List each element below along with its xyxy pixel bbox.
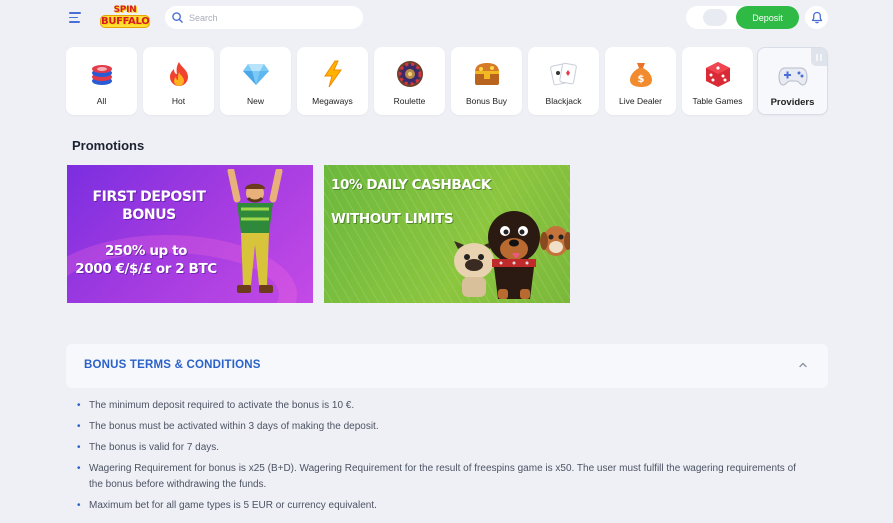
scroll-handle[interactable] [811,48,827,66]
bonus-terms-list: The minimum deposit required to activate… [77,398,797,519]
cards-icon [549,59,579,89]
cowboy-character-illustration [227,169,283,293]
deposit-button[interactable]: Deposit [736,6,799,29]
bonus-terms-title: BONUS TERMS & CONDITIONS [84,359,261,371]
logo-line-2: BUFFALO [100,15,150,28]
top-header: SPIN BUFFALO Deposit [0,0,893,36]
category-new[interactable]: New [220,47,291,115]
terms-item: The bonus must be activated within 3 day… [77,419,797,435]
category-label: Hot [171,96,186,106]
banner-line: 250% up to [104,243,188,259]
dogs-illustration [454,211,570,299]
category-label: Roulette [393,96,426,106]
diamond-icon [241,59,271,89]
category-bonus-buy[interactable]: Bonus Buy [451,47,522,115]
banner-offer: 250% up to 2000 €/$/£ or 2 BTC [71,242,221,278]
site-logo[interactable]: SPIN BUFFALO [100,5,150,29]
category-label: Blackjack [545,96,582,106]
category-providers[interactable]: Providers [757,47,828,115]
toggle-knob[interactable] [703,9,727,26]
promo-banner-daily-cashback[interactable]: 10% DAILY CASHBACK WITHOUT LIMITS [324,165,570,303]
svg-text:$: $ [637,74,644,85]
banner-headline: 10% DAILY CASHBACK [331,177,491,193]
category-label: Bonus Buy [465,96,508,106]
dice-icon [703,59,733,89]
category-blackjack[interactable]: Blackjack [528,47,599,115]
money-bag-icon: $ [626,59,656,89]
roulette-icon [395,59,425,89]
category-label: Live Dealer [619,96,662,106]
chips-icon [87,59,117,89]
banner-subline: WITHOUT LIMITS [331,211,454,227]
banner-line: 2000 €/$/£ or 2 BTC [75,261,217,277]
category-megaways[interactable]: Megaways [297,47,368,115]
chevron-up-icon[interactable] [798,360,808,370]
category-all[interactable]: All [66,47,137,115]
terms-item: The bonus is valid for 7 days. [77,440,797,456]
category-roulette[interactable]: Roulette [374,47,445,115]
notifications-button[interactable] [805,6,828,29]
banner-line: BONUS [122,207,176,223]
category-live-dealer[interactable]: $ Live Dealer [605,47,676,115]
bell-icon [811,11,822,24]
category-label: Table Games [692,96,743,106]
category-label: Megaways [312,96,353,106]
lightning-icon [318,59,348,89]
terms-item: Maximum bet for all game types is 5 EUR … [77,498,797,514]
category-label: Providers [770,97,815,108]
sliders-icon [816,53,822,61]
search-input[interactable] [189,12,349,23]
bonus-terms-accordion[interactable]: BONUS TERMS & CONDITIONS [66,344,828,388]
promo-banner-first-deposit[interactable]: FIRST DEPOSIT BONUS 250% up to 2000 €/$/… [67,165,313,303]
search-icon [172,12,183,23]
fire-icon [164,59,194,89]
banner-headline: FIRST DEPOSIT BONUS [85,188,213,224]
terms-item: Wagering Requirement for bonus is x25 (B… [77,461,797,492]
category-label: New [246,96,264,106]
promotions-title: Promotions [72,138,145,153]
category-bar: All Hot New Megaways Roulette Bonus Buy [66,47,828,115]
logo-line-1: SPIN [113,5,137,15]
category-table-games[interactable]: Table Games [682,47,753,115]
banner-line: FIRST DEPOSIT [92,189,206,205]
category-hot[interactable]: Hot [143,47,214,115]
search-bar[interactable] [165,6,363,29]
menu-icon[interactable] [69,12,81,23]
treasure-chest-icon [472,59,502,89]
terms-item: The minimum deposit required to activate… [77,398,797,414]
gamepad-icon [777,60,808,90]
category-label: All [96,96,107,106]
